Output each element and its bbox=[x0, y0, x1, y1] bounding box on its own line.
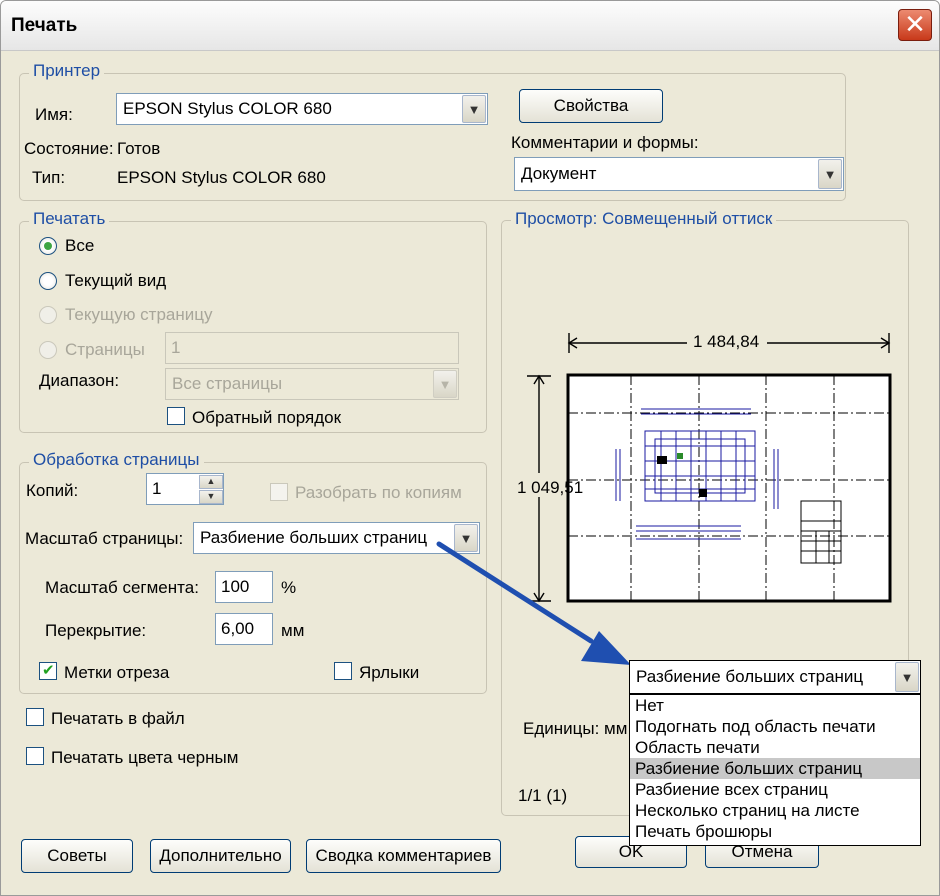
scaling-option-tile-large[interactable]: Разбиение больших страниц bbox=[630, 758, 920, 779]
annotation-arrow-shaft bbox=[436, 541, 594, 644]
scaling-option-tile-all[interactable]: Разбиение всех страниц bbox=[630, 779, 920, 800]
scaling-option-booklet[interactable]: Печать брошюры bbox=[630, 821, 920, 842]
chevron-down-icon[interactable]: ▼ bbox=[895, 662, 919, 692]
scaling-option-none[interactable]: Нет bbox=[630, 695, 920, 716]
print-dialog: Печать ✕ Принтер Имя: EPSON Stylus COLOR… bbox=[0, 0, 940, 896]
scaling-dropdown-value: Разбиение больших страниц bbox=[636, 667, 864, 686]
annotation-arrow-head-icon bbox=[581, 631, 631, 665]
scaling-dropdown-list: Нет Подогнать под область печати Область… bbox=[629, 694, 921, 846]
scaling-option-fit[interactable]: Подогнать под область печати bbox=[630, 716, 920, 737]
scaling-dropdown-select[interactable]: Разбиение больших страниц ▼ bbox=[629, 660, 921, 694]
scaling-option-multiple[interactable]: Несколько страниц на листе bbox=[630, 800, 920, 821]
scaling-option-printable-area[interactable]: Область печати bbox=[630, 737, 920, 758]
